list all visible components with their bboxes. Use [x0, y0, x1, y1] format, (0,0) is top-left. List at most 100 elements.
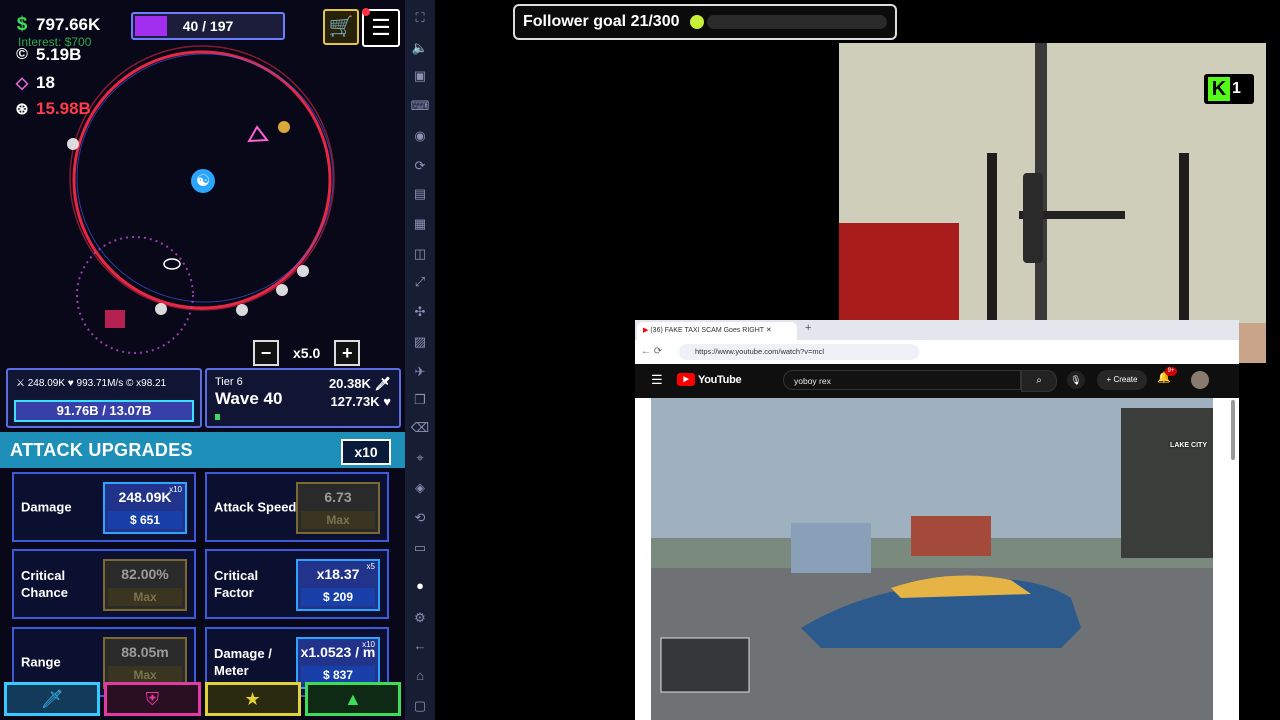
browser-tab[interactable]: ▶ (36) FAKE TAXI SCAM Goes RIGHT ✕ — [637, 322, 797, 340]
viewer-count: 1 — [1232, 80, 1241, 97]
back-icon[interactable]: ← — [405, 638, 435, 653]
eraser-icon[interactable]: ⌫ — [405, 420, 435, 436]
triangle-icon: ▲ — [343, 689, 362, 709]
kick-logo-icon: K — [1208, 77, 1230, 101]
speed-increase-button[interactable]: + — [334, 340, 361, 366]
tower-stats-card: ⚔ 248.09K ♥ 993.71M/s © x98.21 91.76B / … — [6, 368, 202, 428]
record-icon[interactable]: ◉ — [405, 128, 435, 144]
coin-icon: © — [126, 378, 134, 389]
gallery-icon[interactable]: ▨ — [405, 334, 435, 350]
search-input[interactable]: yoboy rex — [783, 370, 1021, 390]
screen-icon[interactable]: ▣ — [405, 68, 435, 84]
coin-icon: © — [16, 46, 28, 63]
play-icon: ▶ — [677, 373, 695, 386]
enemy-marker — [236, 304, 248, 316]
upgrade-buy-button[interactable]: x5 x18.37 $ 209 — [296, 559, 380, 611]
cash-display: $ 797.66K — [12, 14, 101, 36]
resize-icon[interactable]: ⤢ — [405, 274, 435, 290]
youtube-logo[interactable]: ▶ YouTube — [677, 373, 742, 386]
layers-icon[interactable]: ◈ — [405, 480, 435, 496]
keyboard-icon[interactable]: ⌨ — [405, 98, 435, 114]
url-field[interactable]: https://www.youtube.com/watch?v=mcl — [679, 344, 919, 360]
follower-goal-widget: Follower goal 21/300 — [513, 4, 897, 40]
airplane-icon[interactable]: ✈ — [405, 364, 435, 380]
tab-defense[interactable]: ⛨ — [104, 682, 201, 716]
volume-icon[interactable]: 🔈 — [405, 40, 435, 56]
youtube-favicon-icon: ▶ — [643, 327, 649, 334]
new-tab-icon[interactable]: + — [805, 322, 811, 334]
heart-icon: ♥ — [383, 394, 391, 409]
shake-icon[interactable]: ✣ — [405, 304, 435, 320]
tab-ultimate[interactable]: ▲ — [304, 682, 401, 716]
settings-icon[interactable]: ⚙ — [405, 610, 435, 626]
speed-control: − x5.0 + — [253, 340, 361, 366]
progress-dot — [690, 15, 704, 29]
enemy-boss — [247, 125, 269, 143]
sync-icon[interactable]: ⟲ — [405, 510, 435, 526]
star-icon: ★ — [244, 689, 261, 709]
tower-regen: 993.71M/s — [76, 378, 124, 389]
notification-dot — [362, 8, 370, 16]
cell-icon: ⊛ — [15, 101, 29, 118]
enemy-cluster — [105, 310, 125, 328]
recent-apps-icon[interactable]: ▢ — [405, 698, 435, 714]
search-button[interactable]: ⌕ — [1021, 370, 1057, 392]
rotate-icon[interactable]: ⟳ — [405, 158, 435, 174]
voice-search-button[interactable]: 🎙 — [1067, 371, 1085, 389]
shop-cart-button[interactable]: 🛒 — [323, 9, 359, 45]
account-avatar[interactable] — [1191, 371, 1209, 389]
upgrades-title: ATTACK UPGRADES — [10, 440, 193, 460]
screenshot-icon[interactable]: ◫ — [405, 246, 435, 262]
enemy-health-value: 127.73K — [330, 394, 380, 409]
upgrade-label: Critical Factor — [214, 568, 259, 600]
upgrade-cost: Max — [301, 511, 375, 529]
upgrade-attack-speed[interactable]: Attack Speed 6.73 Max — [205, 472, 389, 542]
coins-value: 5.19B — [36, 45, 82, 64]
tab-attack[interactable]: 🗡 — [4, 682, 101, 716]
game-panel: ☯ $ 797.66K Interest: $700 © 5.19B ◇ 18 … — [0, 0, 405, 720]
discord-icon[interactable]: ● — [405, 578, 435, 593]
upgrade-value: 6.73 — [324, 489, 352, 505]
tab-utility[interactable]: ★ — [204, 682, 301, 716]
wave-timer-bar — [215, 414, 220, 420]
webcam-feed: K 1 — [839, 43, 1266, 363]
tier-label: Tier 6 — [215, 376, 243, 388]
hamburger-icon: ☰ — [371, 15, 391, 40]
tower-damage: 248.09K — [27, 378, 66, 389]
eye-marker — [163, 258, 181, 270]
upgrade-buy-button[interactable]: x10 248.09K $ 651 — [103, 482, 187, 534]
wave-progress-bar: 40 / 197 — [131, 12, 285, 40]
upgrade-critical-factor[interactable]: Critical Factor x5 x18.37 $ 209 — [205, 549, 389, 619]
tier-card: Tier 6 Wave 40 20.38K 🗡 127.73K ♥ — [205, 368, 401, 428]
upgrade-buy-button[interactable]: 6.73 Max — [296, 482, 380, 534]
create-button[interactable]: + Create — [1097, 370, 1147, 390]
enemy-marker — [67, 138, 79, 150]
upgrade-value: x18.37 — [316, 566, 360, 582]
fullscreen-icon[interactable]: ⛶ — [405, 10, 435, 26]
enemy-health: 127.73K ♥ — [331, 394, 392, 409]
back-forward-icon[interactable]: ← ⟳ — [641, 346, 662, 357]
heart-icon: ♥ — [67, 378, 74, 389]
shield-icon: ⛨ — [145, 689, 160, 709]
speed-label: x5.0 — [293, 345, 321, 361]
buy-multiplier-button[interactable]: x10 — [341, 439, 391, 465]
copy-icon[interactable]: ❐ — [405, 392, 435, 408]
home-icon[interactable]: ⌂ — [405, 668, 435, 683]
sword-icon: 🗡 — [40, 689, 64, 709]
speed-decrease-button[interactable]: − — [253, 340, 279, 366]
upgrade-damage[interactable]: Damage x10 248.09K $ 651 — [12, 472, 196, 542]
location-icon[interactable]: ⌖ — [405, 450, 435, 466]
apk-icon[interactable]: ▤ — [405, 186, 435, 202]
svg-text:☯: ☯ — [196, 173, 210, 190]
scrollbar[interactable] — [1231, 400, 1235, 460]
youtube-header: ☰ ▶ YouTube yoboy rex ⌕ 🎙 + Create 🔔 9+ — [635, 364, 1239, 398]
macro-icon[interactable]: ▦ — [405, 216, 435, 232]
upgrades-header: ATTACK UPGRADES x10 — [0, 432, 405, 468]
cells-value: 15.98B — [36, 99, 91, 118]
upgrade-buy-button[interactable]: 82.00% Max — [103, 559, 187, 611]
video-player[interactable]: LAKE CITY — [651, 398, 1213, 720]
upgrade-critical-chance[interactable]: Critical Chance 82.00% Max — [12, 549, 196, 619]
more-icon[interactable]: ▭ — [405, 540, 435, 556]
hamburger-icon[interactable]: ☰ — [651, 372, 663, 388]
close-tab-icon[interactable]: ✕ — [766, 327, 772, 334]
